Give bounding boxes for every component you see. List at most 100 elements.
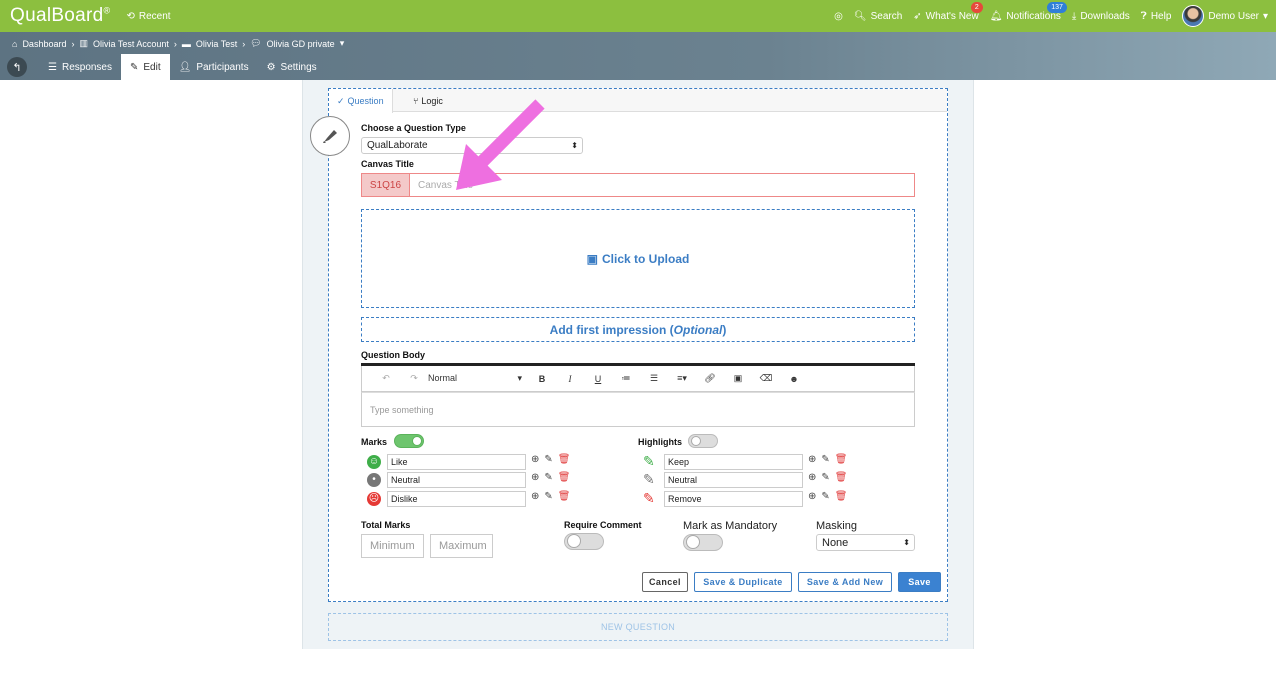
pencil-icon[interactable]: ✎: [544, 472, 552, 483]
select-arrows-icon: ⬍: [571, 141, 578, 150]
downloads-button[interactable]: ⤓ Downloads: [1072, 11, 1130, 22]
highlight-remove-input[interactable]: Remove: [664, 491, 803, 507]
recent-button[interactable]: ⟲ Recent: [126, 11, 170, 22]
add-circle-icon[interactable]: ⊕: [531, 472, 539, 483]
highlighter-red-icon: ✎: [643, 490, 655, 506]
pencil-icon[interactable]: ✎: [544, 454, 552, 465]
pencil-icon[interactable]: ✎: [821, 472, 829, 483]
home-icon: ⌂: [12, 38, 18, 49]
marks-toggle[interactable]: [394, 434, 424, 448]
app-logo[interactable]: QualBoard®: [10, 5, 110, 27]
bell-icon: 🔔︎: [989, 10, 1003, 22]
whats-new-button[interactable]: ➶ What's New 2: [913, 1, 983, 22]
tab-logic[interactable]: ⑂ Logic: [405, 89, 451, 112]
undo-icon[interactable]: ↶: [372, 373, 400, 384]
broadcast-icon[interactable]: ◎: [834, 11, 843, 22]
chevron-right-icon: ›: [71, 38, 75, 49]
user-menu[interactable]: Demo User ▾: [1182, 5, 1268, 27]
question-body-label: Question Body: [361, 350, 426, 360]
tab-participants[interactable]: 👤︎ Participants: [170, 54, 258, 80]
add-circle-icon[interactable]: ⊕: [531, 454, 539, 465]
chevron-right-icon: ›: [173, 38, 177, 49]
cancel-button[interactable]: Cancel: [642, 572, 688, 592]
trash-icon[interactable]: 🗑︎: [835, 491, 848, 502]
add-first-impression[interactable]: Add first impression (Optional): [361, 317, 915, 342]
bold-icon[interactable]: B: [528, 374, 556, 384]
canvas-title-label: Canvas Title: [361, 159, 414, 169]
pencil-icon[interactable]: ✎: [544, 491, 552, 502]
require-comment-toggle[interactable]: [564, 533, 604, 550]
link-icon[interactable]: 🔗︎: [696, 373, 724, 384]
neutral-face-icon: •: [367, 473, 381, 487]
caret-down-icon: ▾: [1262, 10, 1268, 22]
rocket-icon: ➶: [913, 10, 922, 22]
question-circle-icon: ❓︎: [1140, 10, 1147, 22]
branch-icon: ⑂: [413, 95, 419, 106]
add-circle-icon[interactable]: ⊕: [531, 491, 539, 502]
mark-dislike-input[interactable]: Dislike: [387, 491, 526, 507]
tab-question[interactable]: ✓ Question: [329, 89, 393, 113]
mandatory-label: Mark as Mandatory: [683, 520, 778, 532]
trash-icon[interactable]: 🗑︎: [835, 472, 848, 483]
project-tabs: ↰ ☰ Responses ✎ Edit 👤︎ Participants ⚙ Setti…: [0, 54, 326, 80]
tab-settings[interactable]: ⚙ Settings: [258, 54, 326, 80]
highlight-neutral-input[interactable]: Neutral: [664, 472, 803, 488]
breadcrumb-dashboard[interactable]: Dashboard: [22, 39, 66, 49]
bullet-list-icon[interactable]: ☰: [640, 373, 668, 384]
search-button[interactable]: 🔍︎ Search: [854, 11, 902, 22]
max-marks-input[interactable]: Maximum: [430, 534, 493, 558]
pencil-icon[interactable]: ✎: [821, 491, 829, 502]
min-marks-input[interactable]: Minimum: [361, 534, 424, 558]
breadcrumb-activity[interactable]: Olivia GD private: [267, 39, 335, 49]
top-navbar: QualBoard® ⟲ Recent ◎ 🔍︎ Search ➶ What's Ne…: [0, 0, 1276, 32]
upload-area[interactable]: ▣ Click to Upload: [361, 209, 915, 308]
mark-neutral-input[interactable]: Neutral: [387, 472, 526, 488]
italic-icon[interactable]: I: [556, 374, 584, 384]
annotation-arrow-icon: [456, 99, 545, 190]
redo-icon[interactable]: ↷: [400, 373, 428, 384]
ordered-list-icon[interactable]: ≔: [612, 373, 640, 384]
mark-neutral: •: [367, 472, 381, 488]
highlight-keep-input[interactable]: Keep: [664, 454, 803, 470]
add-circle-icon[interactable]: ⊕: [808, 472, 816, 483]
notifications-button[interactable]: 🔔︎ Notifications 137: [989, 1, 1067, 22]
eraser-icon[interactable]: ⌫: [752, 373, 780, 384]
building-icon: ▥: [79, 38, 88, 48]
trash-icon[interactable]: 🗑︎: [835, 454, 848, 465]
highlights-toggle[interactable]: [688, 434, 718, 448]
underline-icon[interactable]: U: [584, 374, 612, 384]
add-circle-icon[interactable]: ⊕: [808, 454, 816, 465]
add-circle-icon[interactable]: ⊕: [808, 491, 816, 502]
style-select[interactable]: Normal ▾: [428, 373, 528, 384]
tab-responses[interactable]: ☰ Responses: [39, 54, 121, 80]
trash-icon[interactable]: 🗑︎: [558, 472, 571, 483]
caret-down-icon: ▾: [517, 373, 522, 383]
folder-icon: ▬: [181, 38, 191, 49]
save-duplicate-button[interactable]: Save & Duplicate: [694, 572, 792, 592]
question-number-prefix: S1Q16: [361, 173, 410, 197]
align-icon[interactable]: ≡▾: [668, 373, 696, 384]
mandatory-toggle[interactable]: [683, 534, 723, 551]
comments-icon: 💬︎: [250, 38, 262, 48]
image-icon[interactable]: ▣: [724, 373, 752, 384]
mark-like-input[interactable]: Like: [387, 454, 526, 470]
question-body-editor[interactable]: Type something: [361, 392, 915, 427]
question-tabs: ✓ Question ⑂ Logic: [329, 89, 947, 113]
breadcrumb-project[interactable]: Olivia Test: [196, 39, 237, 49]
back-icon[interactable]: ↰: [7, 57, 27, 77]
tab-edit[interactable]: ✎ Edit: [121, 54, 170, 80]
whats-new-badge: 2: [970, 1, 983, 13]
save-button[interactable]: Save: [898, 572, 941, 592]
masking-select[interactable]: None ⬍: [816, 534, 915, 551]
pencil-icon[interactable]: ✎: [821, 454, 829, 465]
question-type-icon: [310, 116, 350, 156]
save-add-new-button[interactable]: Save & Add New: [798, 572, 892, 592]
help-button[interactable]: ❓︎ Help: [1141, 11, 1172, 22]
avatar: [1182, 5, 1205, 27]
new-question-button[interactable]: NEW QUESTION: [328, 613, 948, 641]
breadcrumb-account[interactable]: Olivia Test Account: [93, 39, 169, 49]
marks-label: Marks: [361, 437, 388, 447]
trash-icon[interactable]: 🗑︎: [558, 491, 571, 502]
emoji-icon[interactable]: ☻: [780, 374, 808, 384]
trash-icon[interactable]: 🗑︎: [558, 454, 571, 465]
